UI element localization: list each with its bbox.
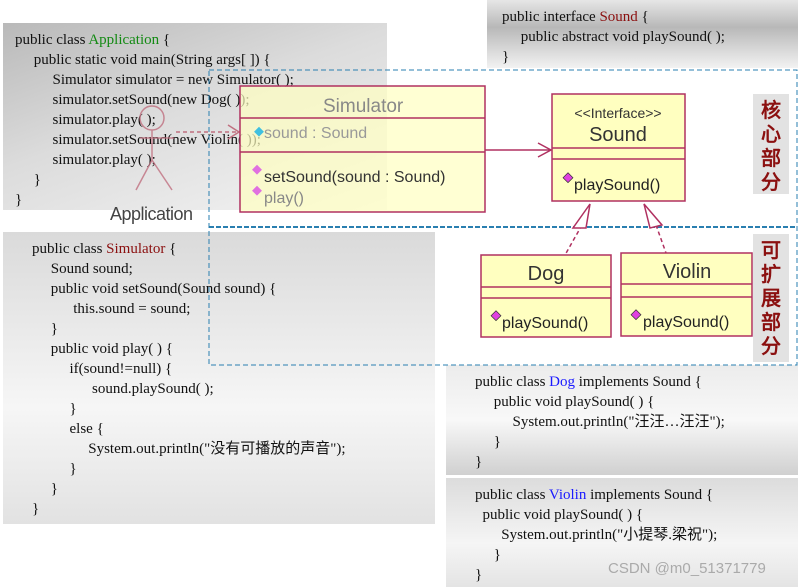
class-name: Violin [663,261,712,283]
realization-arrows [564,203,667,256]
method: setSound(sound : Sound) [264,169,445,186]
interface-name: Sound [589,124,647,146]
class-name: Dog [528,263,565,285]
core-region-label: 核心部分 [753,94,789,194]
simulator-class: Simulator sound : Sound setSound(sound :… [239,85,486,213]
method: playSound() [643,314,729,331]
violin-class: Violin playSound() [620,252,753,337]
method: playSound() [502,315,588,332]
stereotype: <<Interface>> [574,105,661,121]
method: playSound() [574,177,660,194]
application-actor [135,105,174,191]
uml-diagram: Application Simulator sound : Sound setS… [110,69,798,366]
actor-label: Application [110,204,193,224]
sound-interface: <<Interface>> Sound playSound() [551,93,686,202]
attribute: sound : Sound [264,125,367,142]
dog-class: Dog playSound() [480,254,612,338]
class-name: Simulator [323,96,404,117]
watermark: CSDN @m0_51371779 [608,560,766,577]
method: play() [264,190,304,207]
extensible-region-label: 可扩展部分 [753,234,789,362]
